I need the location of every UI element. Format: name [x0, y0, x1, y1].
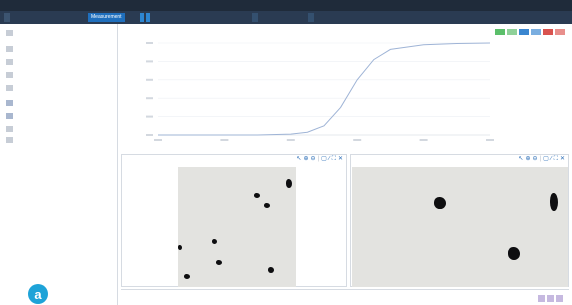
chart-toolbar	[495, 29, 565, 35]
particle	[212, 239, 217, 244]
cumulative-chart	[146, 42, 494, 141]
particle-image[interactable]	[352, 167, 568, 287]
particle	[216, 260, 222, 265]
series-line	[158, 42, 491, 136]
toolbar-separator: |	[539, 156, 542, 162]
y-tick-label	[146, 60, 153, 63]
fullscreen-icon[interactable]: ⛶	[332, 156, 336, 163]
bottom-panel	[121, 289, 569, 303]
sidebar-item-expand[interactable]	[6, 30, 17, 36]
export-icon[interactable]	[538, 295, 545, 302]
tab-report[interactable]	[308, 13, 314, 22]
sidebar-item-3[interactable]	[6, 72, 17, 78]
bottom-toolbar	[538, 295, 563, 302]
zoom-out-icon[interactable]: ⊖	[310, 156, 315, 163]
particle	[550, 193, 558, 211]
tab-measurement[interactable]: Measurement	[88, 13, 125, 22]
image-toolbar: ↖ ⊕ ⊖ | ▢ ∕ ⛶ ✕	[518, 156, 565, 163]
sidebar-item-2[interactable]	[6, 59, 17, 65]
pointer-icon[interactable]: ↖	[296, 156, 301, 163]
close-icon[interactable]: ✕	[560, 156, 565, 163]
window-titlebar	[0, 0, 572, 11]
y-tick-label	[146, 115, 153, 118]
main-tabbar: Measurement	[0, 11, 572, 24]
sidebar-item-8[interactable]	[6, 137, 17, 143]
x-tick-label	[286, 139, 295, 141]
image-toolbar: ↖ ⊕ ⊖ | ▢ ∕ ⛶ ✕	[296, 156, 343, 163]
x-tick-label	[353, 139, 362, 141]
y-tick-label	[146, 78, 153, 81]
measure-icon[interactable]: ∕	[551, 156, 552, 163]
sidebar-item-1[interactable]	[6, 46, 17, 52]
edit-icon	[6, 85, 13, 91]
figure-label-badge: a	[28, 284, 48, 304]
settings-icon	[6, 72, 13, 78]
expand-icon	[6, 30, 13, 36]
fullscreen-icon[interactable]: ⛶	[554, 156, 558, 163]
particle	[264, 203, 270, 208]
sidebar-item-4[interactable]	[6, 85, 17, 91]
fit-icon[interactable]: ▢	[543, 156, 549, 163]
chart-panel	[120, 27, 569, 150]
image-icon	[6, 100, 13, 106]
pointer-icon[interactable]: ↖	[518, 156, 523, 163]
image-panel-right: ↖ ⊕ ⊖ | ▢ ∕ ⛶ ✕	[350, 154, 569, 287]
image-panel-left: ↖ ⊕ ⊖ | ▢ ∕ ⛶ ✕	[121, 154, 347, 287]
blue-action-button[interactable]	[531, 29, 541, 35]
blue-action-button[interactable]	[519, 29, 529, 35]
save-icon[interactable]	[556, 295, 563, 302]
x-tick-label	[154, 139, 162, 141]
toolbar-separator: |	[317, 156, 320, 162]
run-controls	[140, 13, 150, 22]
green-action-button[interactable]	[507, 29, 517, 35]
chart-icon	[6, 113, 13, 119]
y-tick-label	[146, 42, 153, 44]
print-icon[interactable]	[547, 295, 554, 302]
sidebar-item-6[interactable]	[6, 113, 17, 119]
x-tick-label	[419, 139, 428, 141]
list-icon	[6, 137, 13, 143]
particle	[286, 179, 292, 188]
grid-icon	[6, 126, 13, 132]
sidebar-item-7[interactable]	[6, 126, 17, 132]
red-action-button[interactable]	[543, 29, 553, 35]
y-tick-label	[146, 97, 153, 100]
particle	[184, 274, 190, 279]
particle	[508, 247, 520, 260]
zoom-in-icon[interactable]: ⊕	[525, 156, 530, 163]
document-icon	[6, 59, 13, 65]
particle	[434, 197, 446, 209]
zoom-out-icon[interactable]: ⊖	[532, 156, 537, 163]
tab-comparison[interactable]	[252, 13, 258, 22]
measure-icon[interactable]: ∕	[329, 156, 330, 163]
zoom-in-icon[interactable]: ⊕	[303, 156, 308, 163]
chart-grid	[158, 42, 490, 136]
statistics-legend	[501, 39, 565, 45]
tab-file[interactable]	[4, 13, 10, 22]
fit-icon[interactable]: ▢	[321, 156, 327, 163]
x-tick-label	[220, 139, 229, 141]
sidebar: a	[0, 24, 118, 305]
close-icon[interactable]: ✕	[338, 156, 343, 163]
folder-icon	[6, 46, 13, 52]
sidebar-item-5[interactable]	[6, 100, 17, 106]
stop-button[interactable]	[146, 13, 150, 22]
particle	[268, 267, 274, 273]
y-tick-label	[146, 134, 153, 136]
x-tick-label	[486, 139, 494, 141]
red-action-button[interactable]	[555, 29, 565, 35]
tab-results[interactable]	[190, 13, 196, 22]
chart-ticks	[146, 42, 494, 141]
particle-image[interactable]	[178, 167, 296, 287]
particle	[254, 193, 260, 198]
run-button[interactable]	[140, 13, 144, 22]
particle	[178, 245, 182, 250]
